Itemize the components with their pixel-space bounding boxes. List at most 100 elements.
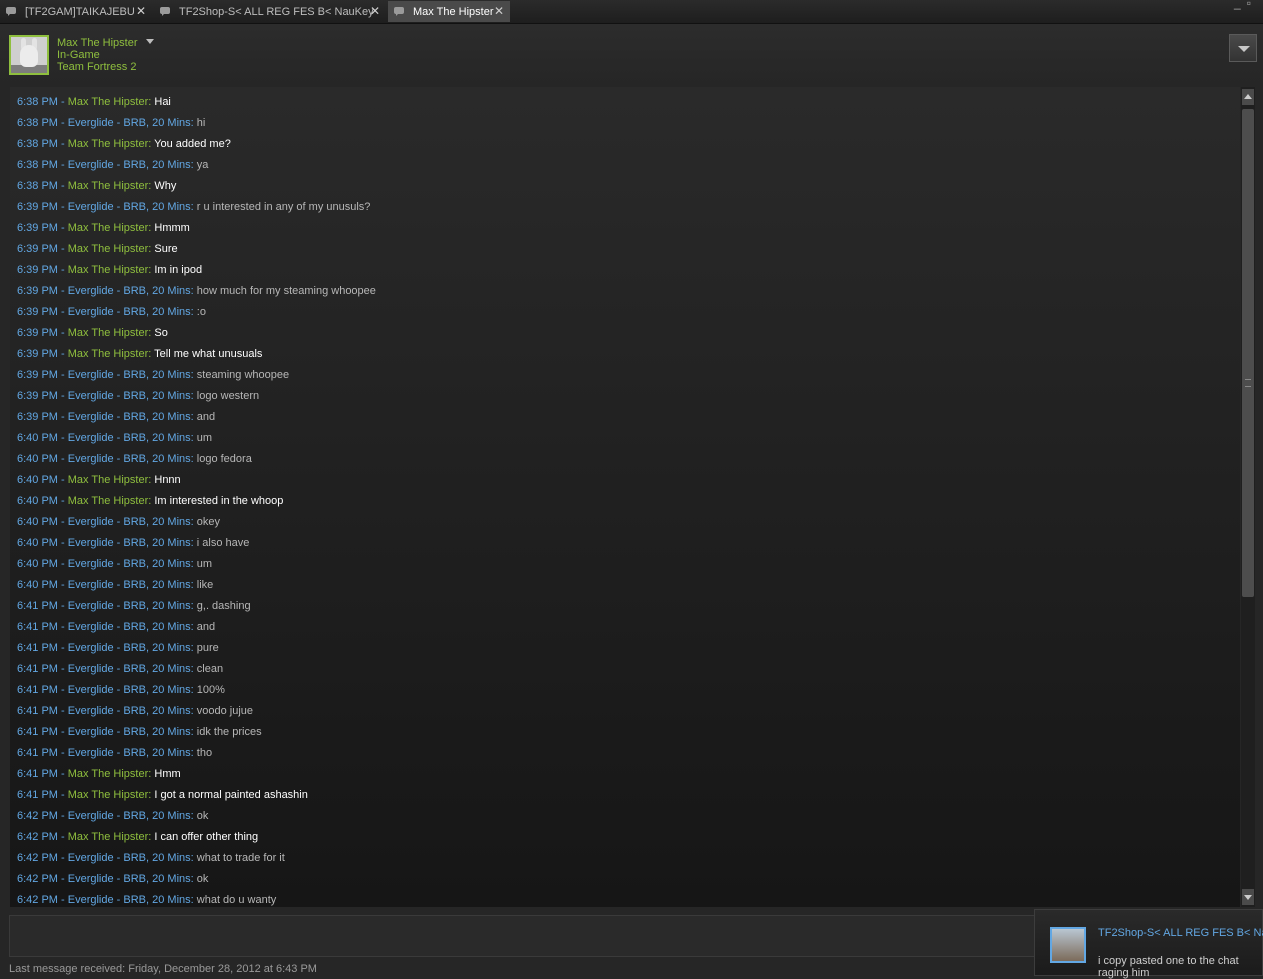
notification-title: TF2Shop-S< ALL REG FES B< NauKey [1098,927,1263,939]
message-timestamp: 6:38 PM [17,117,58,129]
chat-message: 6:38 PM - Max The Hipster: Hai [17,96,171,108]
message-timestamp: 6:42 PM [17,831,58,843]
message-text: ok [196,873,209,885]
chat-message: 6:41 PM - Everglide - BRB, 20 Mins: 100% [17,684,225,696]
message-timestamp: 6:38 PM [17,159,58,171]
message-text: Hmmm [154,222,190,234]
message-timestamp: 6:39 PM [17,285,58,297]
friend-status: In-Game [57,49,100,61]
message-sender: Everglide - BRB, 20 Mins [67,621,191,633]
message-timestamp: 6:40 PM [17,537,58,549]
notification-avatar [1050,927,1086,963]
message-timestamp: 6:40 PM [17,558,58,570]
chevron-down-icon [145,39,154,44]
chat-message: 6:40 PM - Everglide - BRB, 20 Mins: logo… [17,453,252,465]
rabbit-icon [20,45,38,67]
message-timestamp: 6:41 PM [17,726,58,738]
scroll-up-button[interactable] [1242,89,1254,105]
message-sender: Max The Hipster [67,264,149,276]
message-sender: Everglide - BRB, 20 Mins [67,684,191,696]
chat-message: 6:38 PM - Max The Hipster: You added me? [17,138,231,150]
message-text: and [196,621,216,633]
message-sender: Everglide - BRB, 20 Mins [67,726,191,738]
message-text: Im in ipod [154,264,203,276]
message-sender: Everglide - BRB, 20 Mins [67,285,191,297]
chat-message: 6:39 PM - Max The Hipster: So [17,327,168,339]
message-sender: Everglide - BRB, 20 Mins [67,642,191,654]
message-text: Tell me what unusuals [154,348,263,360]
tab-label: [TF2GAM]TAIKAJEBU [25,5,135,18]
message-sender: Everglide - BRB, 20 Mins [67,306,191,318]
message-timestamp: 6:42 PM [17,810,58,822]
tab-tf2gam[interactable]: [TF2GAM]TAIKAJEBU ✕ [0,1,152,22]
message-text: how much for my steaming whoopee [196,285,376,297]
message-timestamp: 6:42 PM [17,873,58,885]
message-text: I got a normal painted ashashin [154,789,308,801]
message-text: 100% [196,684,225,696]
message-sender: Max The Hipster [67,96,149,108]
scroll-thumb[interactable] [1242,109,1254,597]
message-sender: Everglide - BRB, 20 Mins [67,873,191,885]
chat-message: 6:41 PM - Everglide - BRB, 20 Mins: tho [17,747,213,759]
tab-label: Max The Hipster [413,5,494,18]
chat-scrollbar[interactable] [1241,87,1255,907]
message-text: Hai [154,96,171,108]
friend-name-dropdown[interactable]: Max The Hipster [57,37,154,49]
message-sender: Max The Hipster [67,222,149,234]
chat-message: 6:41 PM - Everglide - BRB, 20 Mins: vood… [17,705,254,717]
message-text: tho [196,747,213,759]
window-controls: _▫ [1234,0,1257,10]
message-sender: Max The Hipster [67,474,149,486]
chat-message: 6:40 PM - Max The Hipster: Hnnn [17,474,181,486]
chat-message: 6:41 PM - Max The Hipster: Hmm [17,768,181,780]
message-timestamp: 6:39 PM [17,222,58,234]
message-sender: Everglide - BRB, 20 Mins [67,558,191,570]
message-text: and [196,411,216,423]
avatar[interactable] [9,35,49,75]
message-timestamp: 6:40 PM [17,432,58,444]
chat-message: 6:42 PM - Everglide - BRB, 20 Mins: what… [17,894,277,906]
chat-message: 6:40 PM - Max The Hipster: Im interested… [17,495,284,507]
message-sender: Max The Hipster [67,348,149,360]
message-sender: Everglide - BRB, 20 Mins [67,159,191,171]
grip-icon [1245,379,1251,387]
scroll-down-button[interactable] [1242,889,1254,905]
message-sender: Everglide - BRB, 20 Mins [67,432,191,444]
chat-log[interactable]: 6:38 PM - Max The Hipster: Hai 6:38 PM - … [10,87,1240,907]
maximize-icon[interactable]: ▫ [1247,0,1257,10]
message-text: r u interested in any of my unusuls? [196,201,371,213]
tab-max-the-hipster[interactable]: Max The Hipster ✕ [388,1,510,22]
message-sender: Everglide - BRB, 20 Mins [67,117,191,129]
chat-message: 6:42 PM - Max The Hipster: I can offer o… [17,831,259,843]
message-timestamp: 6:40 PM [17,495,58,507]
notification-toast[interactable]: TF2Shop-S< ALL REG FES B< NauKey i copy … [1034,909,1263,979]
chat-message: 6:39 PM - Max The Hipster: Sure [17,243,178,255]
message-text: :o [196,306,206,318]
chat-message: 6:39 PM - Everglide - BRB, 20 Mins: how … [17,285,376,297]
message-timestamp: 6:41 PM [17,747,58,759]
message-timestamp: 6:38 PM [17,96,58,108]
close-icon[interactable]: ✕ [370,4,380,18]
last-message-status: Last message received: Friday, December … [9,963,317,975]
message-timestamp: 6:41 PM [17,621,58,633]
chat-message: 6:39 PM - Everglide - BRB, 20 Mins: logo… [17,390,260,402]
tab-bar: [TF2GAM]TAIKAJEBU ✕ TF2Shop-S< ALL REG F… [0,0,1263,24]
chat-options-button[interactable] [1229,34,1257,62]
chat-message: 6:40 PM - Everglide - BRB, 20 Mins: i al… [17,537,250,549]
message-sender: Everglide - BRB, 20 Mins [67,369,191,381]
tab-tf2shop[interactable]: TF2Shop-S< ALL REG FES B< NauKey ✕ [154,1,386,22]
message-timestamp: 6:40 PM [17,474,58,486]
chat-message: 6:39 PM - Everglide - BRB, 20 Mins: r u … [17,201,371,213]
message-timestamp: 6:39 PM [17,243,58,255]
close-icon[interactable]: ✕ [136,4,146,18]
chat-message: 6:41 PM - Everglide - BRB, 20 Mins: idk … [17,726,262,738]
message-timestamp: 6:41 PM [17,642,58,654]
message-text: i also have [196,537,250,549]
message-text: okey [196,516,221,528]
minimize-icon[interactable]: _ [1234,0,1247,10]
message-timestamp: 6:38 PM [17,180,58,192]
chat-message: 6:39 PM - Max The Hipster: Hmmm [17,222,190,234]
chat-icon [160,7,171,16]
chat-message: 6:38 PM - Max The Hipster: Why [17,180,177,192]
close-icon[interactable]: ✕ [494,4,504,18]
